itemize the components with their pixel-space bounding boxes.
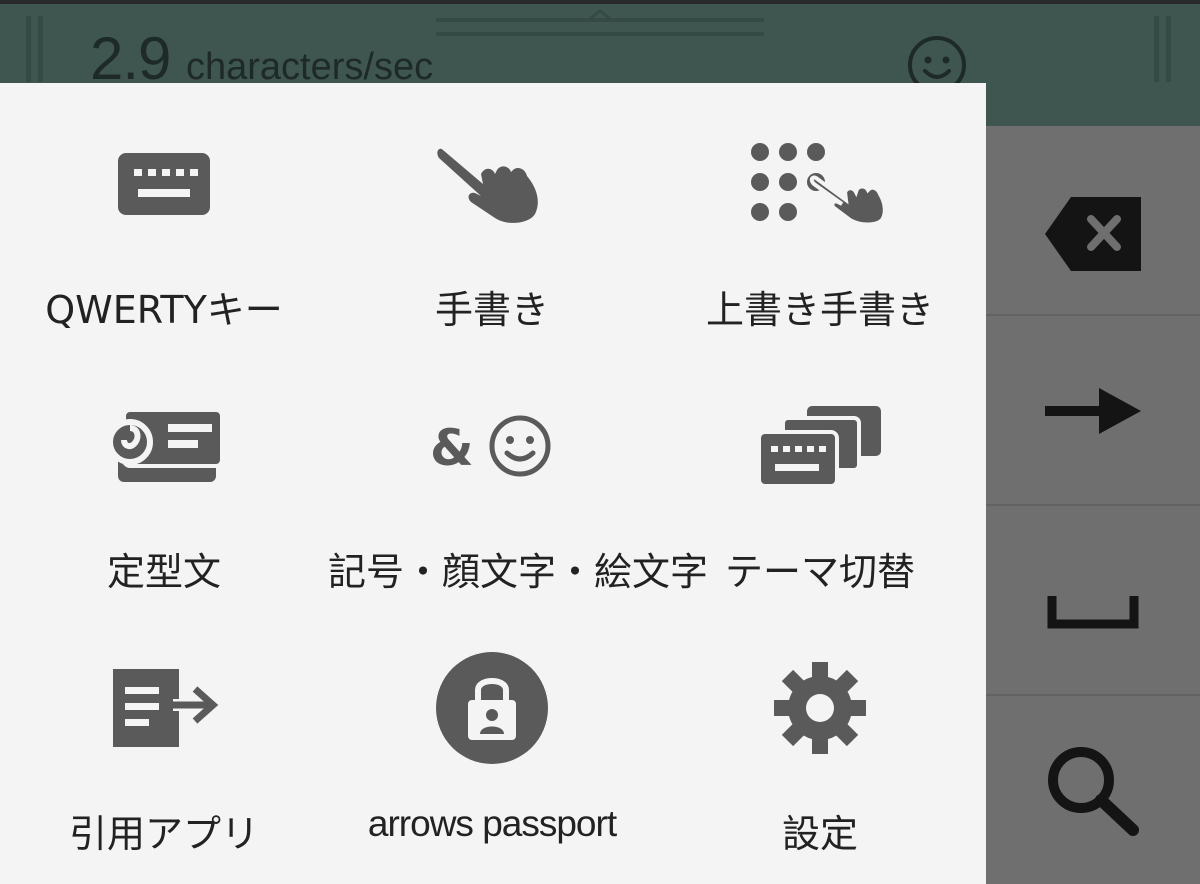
stacked-keyboards-icon — [757, 406, 881, 488]
chevron-up-icon[interactable] — [586, 8, 614, 22]
hand-pointer-icon — [437, 148, 538, 223]
menu-item-handwriting[interactable]: 手書き — [328, 83, 656, 345]
enter-key[interactable] — [986, 356, 1200, 466]
keyboard-icon — [118, 153, 210, 215]
document-export-icon — [113, 669, 219, 747]
menu-item-label: 定型文 — [106, 550, 221, 594]
menu-item-label: arrows passport — [367, 803, 617, 844]
key-divider — [986, 694, 1200, 696]
search-icon — [1048, 747, 1139, 836]
ampersand-smiley-icon: & — [430, 415, 551, 477]
menu-item-label: 手書き — [434, 288, 549, 332]
menu-item-qwerty[interactable]: QWERTYキー — [0, 83, 328, 345]
side-key-column — [986, 126, 1200, 884]
backspace-key[interactable] — [986, 166, 1200, 302]
menu-item-quote-app[interactable]: 引用アプリ — [0, 607, 328, 869]
menu-item-settings[interactable]: 設定 — [656, 607, 984, 869]
arrow-right-icon — [1045, 388, 1141, 434]
right-grip-handle-2[interactable] — [1166, 16, 1171, 82]
key-divider — [986, 504, 1200, 506]
right-grip-handle[interactable] — [1154, 16, 1159, 82]
menu-item-label: 記号・顔文字・絵文字 — [328, 550, 709, 594]
menu-item-arrows-passport[interactable]: arrows passport — [328, 607, 656, 869]
search-key[interactable] — [986, 734, 1200, 846]
space-icon — [1047, 596, 1139, 629]
menu-item-fixed-phrases[interactable]: 定型文 — [0, 345, 328, 607]
menu-item-label: 設定 — [781, 812, 858, 856]
menu-item-label: 引用アプリ — [68, 812, 259, 856]
top-edge — [0, 0, 1200, 4]
menu-item-label: 上書き手書き — [705, 288, 934, 332]
menu-item-label: テーマ切替 — [724, 550, 915, 594]
menu-item-theme-switch[interactable]: テーマ切替 — [656, 345, 984, 607]
menu-item-symbols-emoji[interactable]: & 記号・顔文字・絵文字 — [328, 345, 709, 607]
menu-item-label: QWERTYキー — [45, 288, 283, 332]
input-mode-menu: QWERTYキー 手書き 上書き手書き 定型文 & 記号・顔文字・絵文字 テーマ… — [0, 83, 986, 884]
backspace-icon — [1045, 197, 1141, 271]
key-divider — [986, 314, 1200, 316]
left-grip-handle[interactable] — [26, 16, 31, 82]
drag-handle-line-2[interactable] — [436, 32, 764, 36]
left-grip-handle-2[interactable] — [38, 16, 43, 82]
menu-item-overwrite-handwriting[interactable]: 上書き手書き — [656, 83, 984, 345]
clipboard-text-icon — [107, 408, 224, 482]
space-key[interactable] — [986, 582, 1200, 642]
padlock-user-icon — [436, 652, 548, 764]
gear-icon — [774, 662, 866, 754]
dot-grid-hand-icon — [751, 143, 887, 226]
svg-text:&: & — [430, 419, 474, 477]
